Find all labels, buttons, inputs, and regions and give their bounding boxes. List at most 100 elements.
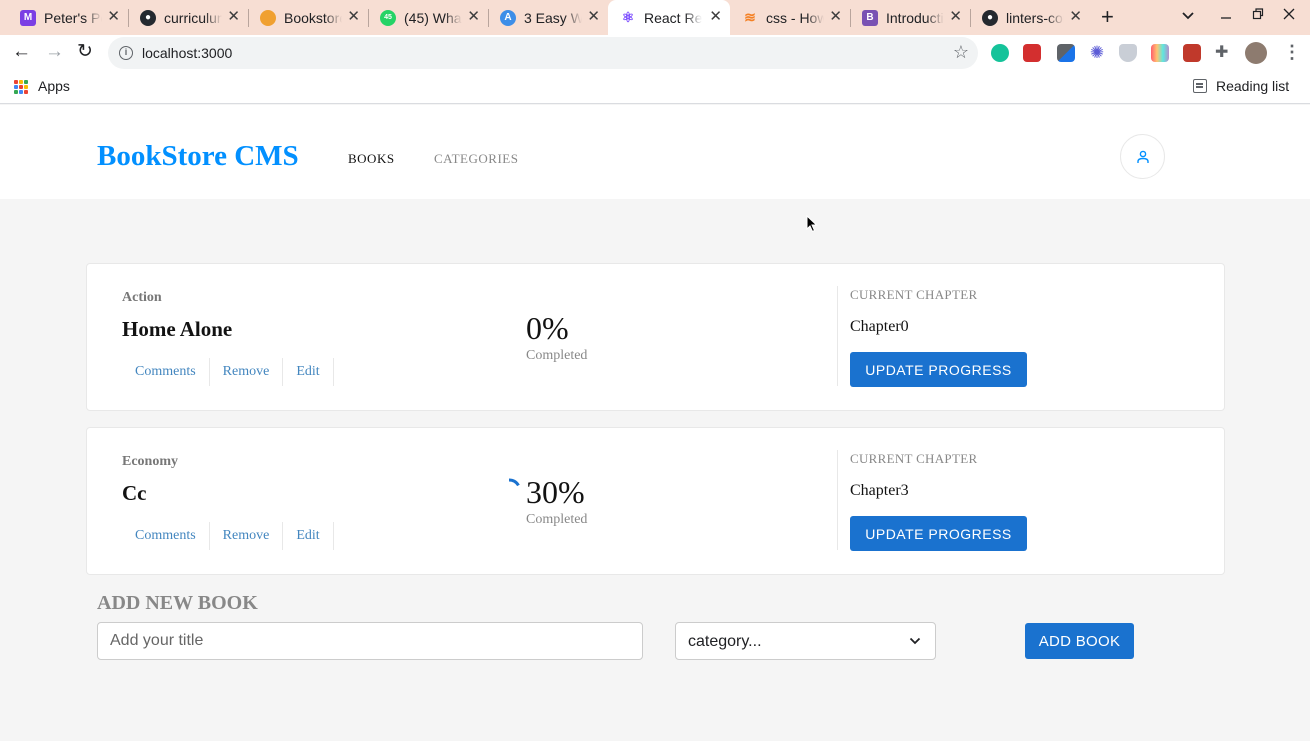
progress-percent: 0% (526, 310, 569, 346)
browser-tab-7[interactable]: B Introduction ✕ (850, 0, 970, 35)
new-tab-plus-icon[interactable]: + (1101, 6, 1114, 28)
current-chapter-label: CURRENT CHAPTER (850, 451, 978, 466)
tab-title: 3 Easy Ways (524, 9, 582, 26)
completed-label: Completed (526, 512, 588, 527)
browser-tab-1[interactable]: ● curriculum ✕ (128, 0, 248, 35)
current-chapter-label: CURRENT CHAPTER (850, 287, 978, 302)
card-divider (837, 450, 838, 550)
tab-close-icon[interactable]: ✕ (949, 9, 962, 25)
nav-link-categories[interactable]: CATEGORIES (434, 151, 518, 167)
update-progress-button[interactable]: UPDATE PROGRESS (850, 516, 1027, 551)
tab-title: Peter's Portfolio (44, 9, 102, 26)
progress-percent: 30% (526, 474, 585, 510)
browser-tab-strip: M Peter's Portfolio ✕ ● curriculum ✕ Boo… (0, 0, 1310, 35)
book-genre: Economy (122, 454, 178, 469)
completed-label: Completed (526, 348, 588, 363)
bookmarks-bar: Apps Reading list (0, 71, 1310, 104)
github-icon: ● (140, 9, 156, 26)
sparkle-extension-icon[interactable]: ✺ (1088, 44, 1106, 62)
tab-title: React Redux App (644, 9, 702, 26)
book-card: Action Home Alone Comments Remove Edit 0… (86, 263, 1225, 411)
address-bar[interactable]: i localhost:3000 ☆ (108, 37, 978, 69)
tab-title: Introduction (886, 9, 944, 26)
comments-button[interactable]: Comments (122, 358, 210, 386)
back-arrow-icon[interactable]: ← (12, 41, 31, 63)
url-text[interactable]: localhost:3000 (142, 45, 232, 61)
tab-close-icon[interactable]: ✕ (227, 9, 240, 25)
progress-arc (508, 478, 520, 487)
tab-close-icon[interactable]: ✕ (829, 9, 842, 25)
remove-button[interactable]: Remove (210, 358, 284, 386)
card-divider (837, 286, 838, 386)
reading-list-button[interactable]: Reading list (1216, 78, 1289, 94)
tab-close-icon[interactable]: ✕ (709, 9, 722, 25)
extensions-puzzle-icon[interactable]: ✚ (1215, 44, 1233, 62)
browser-tab-0[interactable]: M Peter's Portfolio ✕ (8, 0, 128, 35)
grammarly-extension-icon[interactable] (991, 44, 1009, 62)
tab-close-icon[interactable]: ✕ (1069, 9, 1082, 25)
tab-close-icon[interactable]: ✕ (347, 9, 360, 25)
bootstrap-icon: B (862, 9, 878, 26)
shield-extension-icon[interactable] (1119, 44, 1137, 62)
reload-icon[interactable]: ↻ (77, 41, 93, 63)
browser-tab-8[interactable]: ● linters-config ✕ (970, 0, 1090, 35)
whatsapp-icon: 45 (380, 9, 396, 26)
profile-avatar[interactable] (1245, 42, 1267, 64)
current-chapter-value: Chapter3 (850, 482, 909, 499)
book-actions: Comments Remove Edit (122, 358, 334, 386)
progress-ring (508, 478, 520, 487)
browser-tab-4[interactable]: A 3 Easy Ways ✕ (488, 0, 608, 35)
forward-arrow-icon[interactable]: → (45, 41, 64, 63)
comments-button[interactable]: Comments (122, 522, 210, 550)
chevron-down-icon (909, 637, 921, 645)
site-info-icon[interactable]: i (119, 46, 133, 60)
category-select[interactable]: category... (675, 622, 936, 660)
colorzilla-extension-icon[interactable] (1151, 44, 1169, 62)
github-icon: ● (982, 9, 998, 26)
app-header: BookStore CMS BOOKS CATEGORIES (0, 105, 1310, 199)
close-window-icon[interactable] (1283, 7, 1295, 24)
browser-tab-2[interactable]: Bookstore ✕ (248, 0, 368, 35)
pdf-extension-icon[interactable] (1023, 44, 1041, 62)
book-actions: Comments Remove Edit (122, 522, 334, 550)
current-chapter-value: Chapter0 (850, 318, 909, 335)
tab-close-icon[interactable]: ✕ (587, 9, 600, 25)
portfolio-icon: M (20, 9, 36, 26)
mouse-cursor-icon (806, 215, 818, 233)
add-book-button[interactable]: ADD BOOK (1025, 623, 1134, 659)
reading-list-icon[interactable] (1193, 79, 1207, 93)
tab-title: css - How to (766, 9, 824, 26)
browser-toolbar: ← → ↻ i localhost:3000 ☆ ✺ ✚ ⋮ (0, 35, 1310, 71)
tab-close-icon[interactable]: ✕ (467, 9, 480, 25)
progress-ring (495, 313, 523, 341)
article-icon: A (500, 9, 516, 26)
book-title-input[interactable] (97, 622, 643, 660)
book-genre: Action (122, 290, 162, 305)
browser-menu-icon[interactable]: ⋮ (1283, 42, 1301, 63)
apps-grid-icon[interactable] (14, 80, 28, 94)
video-extension-icon[interactable] (1183, 44, 1201, 62)
user-profile-button[interactable] (1120, 134, 1165, 179)
update-progress-button[interactable]: UPDATE PROGRESS (850, 352, 1027, 387)
tab-title: Bookstore (284, 9, 342, 26)
restore-icon[interactable] (1252, 7, 1264, 24)
remove-button[interactable]: Remove (210, 522, 284, 550)
apps-bookmark[interactable]: Apps (38, 78, 70, 94)
app-logo[interactable]: BookStore CMS (97, 140, 299, 173)
tab-title: linters-config (1006, 9, 1064, 26)
book-title: Home Alone (122, 317, 233, 341)
stackoverflow-icon: ≋ (744, 9, 756, 25)
devtools-extension-icon[interactable] (1057, 44, 1075, 62)
category-select-value: category... (688, 633, 762, 650)
bookstore-icon (260, 9, 276, 26)
bookmark-star-icon[interactable]: ☆ (953, 42, 969, 63)
minimize-icon[interactable] (1220, 7, 1232, 24)
edit-button[interactable]: Edit (283, 522, 334, 550)
browser-tab-6[interactable]: ≋ css - How to ✕ (730, 0, 850, 35)
tab-search-chevron-icon[interactable] (1181, 8, 1195, 24)
nav-link-books[interactable]: BOOKS (348, 151, 395, 167)
edit-button[interactable]: Edit (283, 358, 334, 386)
tab-close-icon[interactable]: ✕ (107, 9, 120, 25)
browser-tab-3[interactable]: 45 (45) WhatsApp ✕ (368, 0, 488, 35)
browser-tab-5-active[interactable]: ⚛ React Redux App ✕ (608, 0, 730, 35)
